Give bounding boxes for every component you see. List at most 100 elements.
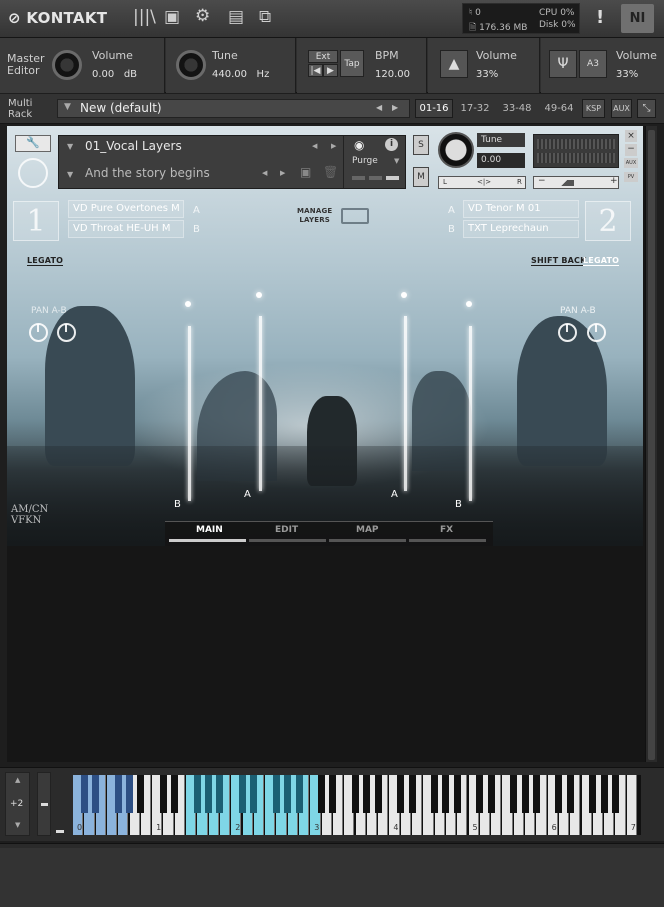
black-key[interactable]	[397, 775, 405, 813]
purge-menu[interactable]: Purge	[352, 156, 378, 166]
piano-keyboard[interactable]: 0 1 2 3 4 5 6 7	[73, 775, 641, 835]
black-key[interactable]	[114, 775, 122, 813]
black-key[interactable]	[510, 775, 518, 813]
layer-slot-2[interactable]: 2	[585, 201, 631, 241]
pan-b-right-knob[interactable]	[587, 323, 606, 342]
next-snapshot-icon[interactable]: ▶	[280, 169, 285, 177]
shift-back-toggle[interactable]: SHIFT BACK	[531, 256, 587, 266]
octave-shift-control[interactable]: ▲ +2 ▼	[5, 772, 30, 836]
fader-3[interactable]	[404, 316, 407, 491]
solo-button[interactable]: S	[413, 135, 429, 155]
prev-preset-icon[interactable]: ◀	[376, 103, 382, 112]
snapshot-name[interactable]: And the story begins	[85, 166, 210, 180]
ext-button[interactable]: Ext	[308, 50, 338, 63]
gear-icon[interactable]: ⚙	[195, 6, 210, 26]
snapshot-menu-icon[interactable]: ▼	[67, 170, 73, 179]
black-key[interactable]	[453, 775, 461, 813]
tuner-volume-value[interactable]: 33%	[616, 69, 638, 80]
modwheel-handle[interactable]	[41, 803, 48, 806]
metronome-volume-value[interactable]: 33%	[476, 69, 498, 80]
instrument-volume-slider[interactable]: − +	[533, 176, 619, 189]
prev-instrument-icon[interactable]: ◀	[312, 142, 317, 150]
next-instrument-icon[interactable]: ▶	[331, 142, 336, 150]
layer-right-a-selector[interactable]: VD Tenor M 01	[463, 200, 579, 218]
save-snapshot-icon[interactable]: ▣	[300, 165, 311, 179]
black-key[interactable]	[589, 775, 597, 813]
black-key[interactable]	[239, 775, 246, 813]
modwheel-control[interactable]	[37, 772, 51, 836]
mute-button[interactable]: M	[413, 167, 429, 187]
volume-minus-icon[interactable]: −	[538, 176, 546, 186]
tab-map[interactable]: MAP	[356, 525, 379, 535]
folder-icon[interactable]	[341, 208, 369, 224]
black-key[interactable]	[611, 775, 619, 813]
black-key[interactable]	[216, 775, 224, 813]
black-key[interactable]	[92, 775, 100, 813]
tab-edit[interactable]: EDIT	[275, 525, 298, 535]
dropdown-arrow-icon[interactable]: ▼	[64, 102, 71, 112]
black-key[interactable]	[295, 775, 303, 813]
black-key[interactable]	[284, 775, 292, 813]
aux-button[interactable]: AUX	[611, 99, 632, 118]
instrument-menu-icon[interactable]: ▼	[67, 142, 73, 151]
black-key[interactable]	[126, 775, 133, 813]
pan-b-left-knob[interactable]	[57, 323, 76, 342]
instrument-tune-value[interactable]: 0.00	[477, 153, 525, 168]
black-key[interactable]	[442, 775, 450, 813]
delete-snapshot-icon[interactable]: 🗑	[323, 165, 338, 179]
tab-main[interactable]: MAIN	[196, 525, 223, 535]
pv-button[interactable]: PV	[624, 172, 638, 182]
layer-left-b-selector[interactable]: VD Throat HE-UH M	[68, 220, 184, 238]
manage-layers-label[interactable]: MANAGE LAYERS	[297, 207, 332, 225]
info-icon[interactable]: i	[385, 138, 398, 151]
black-key[interactable]	[171, 775, 179, 813]
layer-left-a-selector[interactable]: VD Pure Overtones M 0	[68, 200, 184, 218]
wrench-icon[interactable]: 🔧	[15, 135, 51, 152]
layer-right-b-selector[interactable]: TXT Leprechaun	[463, 220, 579, 238]
black-key[interactable]	[487, 775, 495, 813]
multi-preset-selector[interactable]: ▼ New (default) ◀ ▶	[57, 99, 410, 118]
pan-a-left-knob[interactable]	[29, 323, 48, 342]
black-key[interactable]	[521, 775, 529, 813]
rack-tab-49-64[interactable]: 49-64	[539, 99, 579, 118]
pan-center-handle[interactable]: <|>	[477, 178, 491, 186]
warning-icon[interactable]: !	[596, 7, 604, 28]
aux-sends-button[interactable]: AUX	[624, 158, 638, 168]
rack-tab-17-32[interactable]: 17-32	[455, 99, 495, 118]
prev-snapshot-icon[interactable]: ◀	[262, 169, 267, 177]
fader-4[interactable]	[469, 326, 472, 501]
black-key[interactable]	[374, 775, 382, 813]
pan-a-right-knob[interactable]	[558, 323, 577, 342]
minimize-instrument-icon[interactable]: −	[625, 144, 637, 156]
tap-button[interactable]: Tap	[340, 50, 364, 77]
legato-left-toggle[interactable]: LEGATO	[27, 256, 64, 266]
octave-down-icon[interactable]: ▼	[15, 821, 20, 829]
legato-right-toggle[interactable]: LEGATO	[583, 256, 620, 266]
rack-scrollbar[interactable]	[645, 126, 657, 762]
view-icon[interactable]: ▤	[228, 7, 244, 27]
black-key[interactable]	[555, 775, 563, 813]
black-key[interactable]	[352, 775, 359, 813]
black-key[interactable]	[80, 775, 88, 813]
instrument-pan-slider[interactable]: L <|> R	[438, 176, 526, 189]
black-key[interactable]	[193, 775, 201, 813]
black-key[interactable]	[476, 775, 484, 813]
octave-up-icon[interactable]: ▲	[15, 776, 20, 784]
save-icon[interactable]: ▣	[164, 7, 180, 27]
tab-fx[interactable]: FX	[440, 525, 453, 535]
bpm-value[interactable]: 120.00	[375, 69, 410, 80]
ksp-button[interactable]: KSP	[582, 99, 605, 118]
fader-2[interactable]	[259, 316, 262, 491]
black-key[interactable]	[431, 775, 439, 813]
instrument-tune-knob[interactable]	[438, 132, 474, 168]
black-key[interactable]	[329, 775, 337, 813]
master-tune-knob[interactable]	[176, 50, 206, 80]
ni-logo[interactable]: NI	[621, 4, 654, 33]
camera-icon[interactable]: ◉	[354, 138, 364, 152]
black-key[interactable]	[318, 775, 326, 813]
tuning-fork-icon[interactable]: Ψ	[549, 50, 577, 78]
black-key[interactable]	[408, 775, 416, 813]
purge-dropdown-icon[interactable]: ▼	[394, 157, 399, 165]
next-preset-icon[interactable]: ▶	[392, 103, 398, 112]
instrument-name[interactable]: 01_Vocal Layers	[85, 139, 182, 153]
